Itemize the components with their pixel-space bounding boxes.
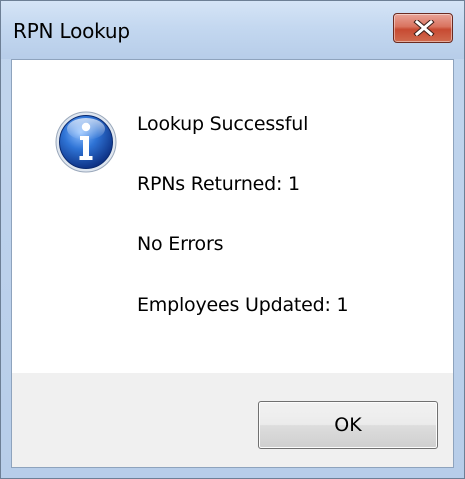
message-lookup-status: Lookup Successful bbox=[137, 113, 309, 135]
window-title: RPN Lookup bbox=[13, 19, 130, 43]
message-employees-updated: Employees Updated: 1 bbox=[137, 294, 349, 316]
dialog-body: Lookup Successful RPNs Returned: 1 No Er… bbox=[11, 59, 454, 468]
message-rpns-returned: RPNs Returned: 1 bbox=[137, 173, 300, 195]
close-button[interactable] bbox=[393, 13, 453, 43]
message-errors: No Errors bbox=[137, 233, 224, 255]
dialog-window: RPN Lookup Lookup Successful RPNs Return… bbox=[0, 0, 465, 479]
information-icon bbox=[55, 111, 117, 173]
title-bar[interactable]: RPN Lookup bbox=[1, 1, 464, 59]
message-area: Lookup Successful RPNs Returned: 1 No Er… bbox=[12, 60, 453, 373]
close-x-icon bbox=[413, 20, 435, 36]
ok-button[interactable]: OK bbox=[258, 401, 438, 449]
